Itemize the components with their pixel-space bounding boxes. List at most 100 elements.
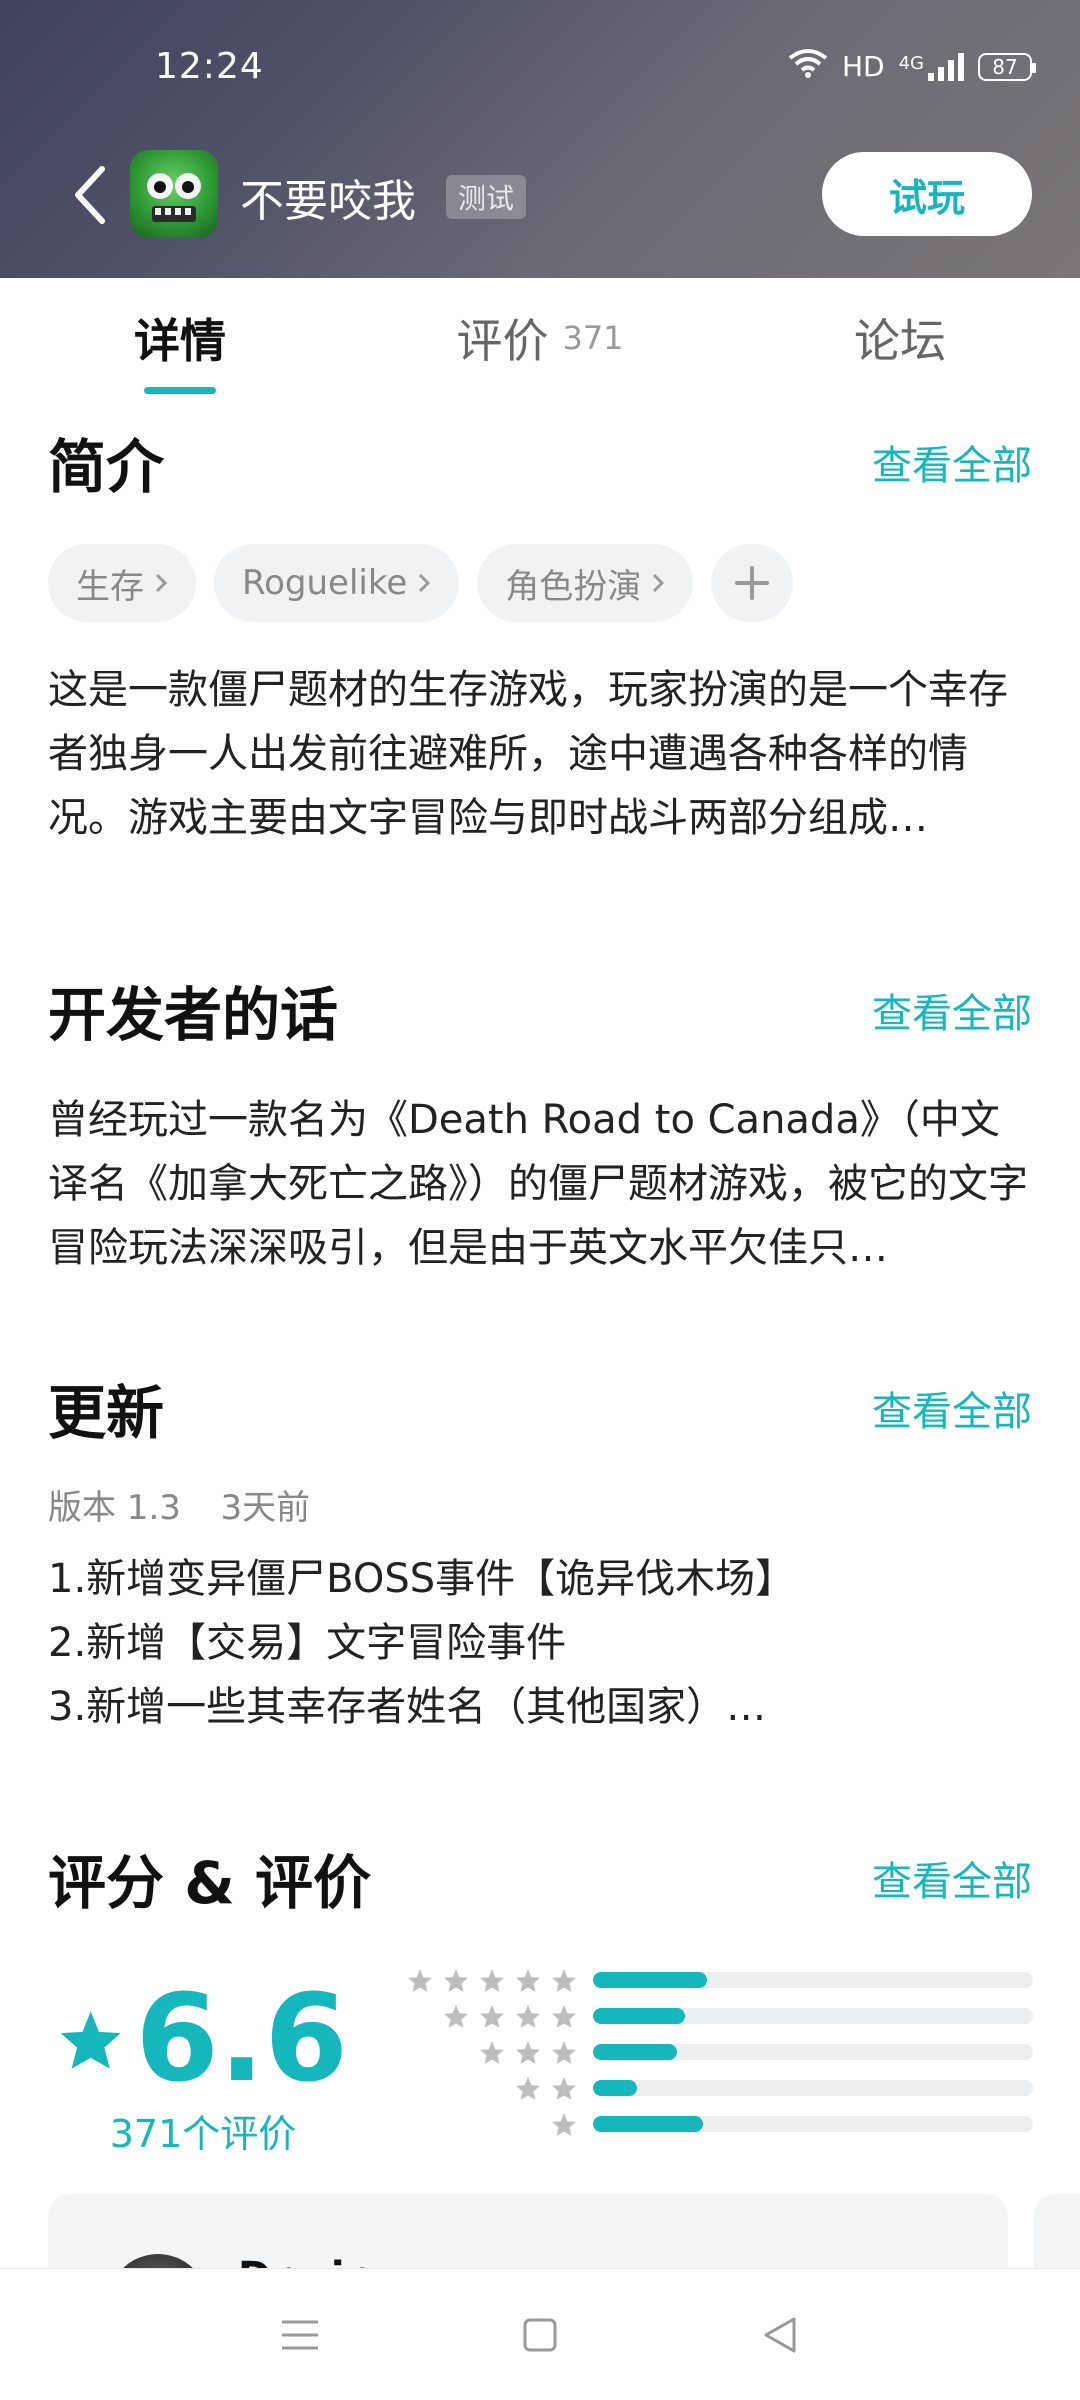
rating-section: 评分 & 评价 查看全部 bbox=[48, 1836, 1032, 1920]
star-icon bbox=[444, 1968, 468, 1992]
app-icon bbox=[130, 150, 218, 238]
home-nav-button[interactable] bbox=[495, 2290, 585, 2380]
tab-reviews-count: 371 bbox=[562, 319, 624, 357]
developer-text: 曾经玩过一款名为《Death Road to Canada》（中文译名《加拿大死… bbox=[48, 1097, 1028, 1271]
list-item: 3.新增一些其幸存者姓名（其他国家）… bbox=[48, 1684, 767, 1730]
intro-section: 简介 查看全部 生存 Roguelike 角色扮演 这是一款僵尸题材的生存游戏，… bbox=[48, 420, 1032, 850]
star-icon bbox=[516, 2040, 540, 2064]
tab-details-label: 详情 bbox=[134, 314, 226, 368]
rating-bar bbox=[593, 2116, 1033, 2132]
tab-details[interactable]: 详情 bbox=[0, 278, 360, 398]
star-icon bbox=[60, 2010, 121, 2069]
rating-row-2 bbox=[383, 2070, 1033, 2106]
rating-see-all-link[interactable]: 查看全部 bbox=[872, 1849, 1032, 1907]
rating-bar-fill bbox=[593, 2080, 637, 2096]
chevron-right-icon bbox=[419, 573, 431, 593]
review-count: 371个评价 bbox=[109, 2112, 297, 2156]
intro-text: 这是一款僵尸题材的生存游戏，玩家扮演的是一个幸存者独身一人出发前往避难所，途中遭… bbox=[48, 667, 1008, 841]
app-header: 12:24 HD 4G 87 不要咬我 测试 试玩 bbox=[0, 0, 1080, 278]
tag-list: 生存 Roguelike 角色扮演 bbox=[48, 544, 1032, 622]
rating-bar-fill bbox=[593, 2008, 686, 2024]
star-icon bbox=[516, 2076, 540, 2100]
signal-icon: 4G bbox=[898, 52, 964, 81]
star-icon bbox=[516, 2004, 540, 2028]
plus-icon bbox=[735, 566, 770, 600]
tab-reviews-label: 评价 bbox=[456, 314, 549, 368]
rating-bar-fill bbox=[593, 1972, 708, 1988]
tag-label: 生存 bbox=[76, 566, 144, 607]
star-icon bbox=[480, 2004, 504, 2028]
star-icon bbox=[480, 2040, 504, 2064]
tag-label: 角色扮演 bbox=[505, 566, 642, 607]
back-nav-button[interactable] bbox=[735, 2290, 825, 2380]
star-icon bbox=[552, 2112, 576, 2136]
intro-see-all-link[interactable]: 查看全部 bbox=[872, 433, 1032, 491]
star-icon bbox=[480, 1968, 504, 1992]
tab-bar: 详情 评价 371 论坛 bbox=[0, 278, 1080, 398]
score-summary: 6.6 371个评价 bbox=[58, 1970, 348, 2158]
tab-forum[interactable]: 论坛 bbox=[720, 278, 1080, 398]
app-title: 不要咬我 bbox=[240, 176, 416, 227]
battery-icon: 87 bbox=[978, 52, 1036, 81]
update-list: 1.新增变异僵尸BOSS事件【诡异伐木场】 2.新增【交易】文字冒险事件 3.新… bbox=[48, 1547, 1032, 1739]
tag-survival[interactable]: 生存 bbox=[48, 544, 196, 622]
status-icons: HD 4G 87 bbox=[788, 48, 1036, 85]
rating-title: 评分 & 评价 bbox=[48, 1849, 371, 1917]
back-triangle-icon bbox=[764, 2317, 796, 2352]
rating-row-stars bbox=[383, 2004, 593, 2029]
rating-row-stars bbox=[383, 1968, 593, 1993]
wifi-icon bbox=[788, 48, 828, 85]
tag-roguelike[interactable]: Roguelike bbox=[214, 544, 460, 622]
developer-see-all-link[interactable]: 查看全部 bbox=[872, 981, 1032, 1039]
test-badge: 测试 bbox=[446, 175, 527, 219]
star-icon bbox=[552, 2076, 576, 2100]
developer-section: 开发者的话 查看全部 曾经玩过一款名为《Death Road to Canada… bbox=[48, 968, 1032, 1280]
star-icon bbox=[552, 1968, 576, 1992]
star-icon bbox=[552, 2004, 576, 2028]
back-button[interactable] bbox=[60, 160, 120, 230]
version-label: 版本 1.3 bbox=[48, 1488, 181, 1528]
update-section: 更新 查看全部 版本 1.3 3天前 1.新增变异僵尸BOSS事件【诡异伐木场】… bbox=[48, 1366, 1032, 1739]
star-icon bbox=[408, 1968, 432, 1992]
star-icon bbox=[552, 2040, 576, 2064]
chevron-left-icon bbox=[75, 166, 105, 224]
update-title: 更新 bbox=[48, 1379, 165, 1447]
signal-label: 4G bbox=[898, 52, 924, 74]
star-icon bbox=[516, 1968, 540, 1992]
rating-score: 6.6 bbox=[135, 1970, 348, 2109]
menu-nav-button[interactable] bbox=[255, 2290, 345, 2380]
update-see-all-link[interactable]: 查看全部 bbox=[872, 1379, 1032, 1437]
try-play-button[interactable]: 试玩 bbox=[822, 152, 1032, 236]
chevron-right-icon bbox=[653, 573, 665, 593]
rating-row-1 bbox=[383, 2106, 1033, 2142]
rating-row-stars bbox=[383, 2076, 593, 2101]
update-time: 3天前 bbox=[220, 1488, 311, 1528]
list-item: 2.新增【交易】文字冒险事件 bbox=[48, 1620, 567, 1666]
add-tag-button[interactable] bbox=[711, 544, 794, 622]
rating-row-stars bbox=[383, 2112, 593, 2137]
rating-bar bbox=[593, 2080, 1033, 2096]
tag-rpg[interactable]: 角色扮演 bbox=[477, 544, 694, 622]
tab-forum-label: 论坛 bbox=[854, 314, 946, 368]
list-item: 1.新增变异僵尸BOSS事件【诡异伐木场】 bbox=[48, 1556, 796, 1602]
chevron-right-icon bbox=[155, 573, 168, 593]
star-icon bbox=[444, 2004, 468, 2028]
rating-bar-fill bbox=[593, 2044, 677, 2060]
rating-row-3 bbox=[383, 2034, 1033, 2070]
network-label: HD bbox=[841, 50, 885, 83]
intro-title: 简介 bbox=[48, 433, 165, 501]
rating-distribution bbox=[383, 1962, 1033, 2142]
rating-bar bbox=[593, 1972, 1033, 1988]
system-nav-bar bbox=[0, 2268, 1080, 2400]
rating-row-stars bbox=[383, 2040, 593, 2065]
home-square-icon bbox=[523, 2318, 557, 2351]
status-bar: 12:24 HD 4G 87 bbox=[0, 40, 1080, 100]
rating-bar-fill bbox=[593, 2116, 703, 2132]
rating-row-4 bbox=[383, 1998, 1033, 2034]
tag-label: Roguelike bbox=[242, 563, 408, 603]
developer-title: 开发者的话 bbox=[48, 981, 339, 1049]
rating-block: 6.6 371个评价 bbox=[48, 1950, 1033, 2180]
tab-reviews[interactable]: 评价 371 bbox=[360, 278, 720, 398]
status-time: 12:24 bbox=[155, 46, 264, 87]
rating-bar bbox=[593, 2008, 1033, 2024]
